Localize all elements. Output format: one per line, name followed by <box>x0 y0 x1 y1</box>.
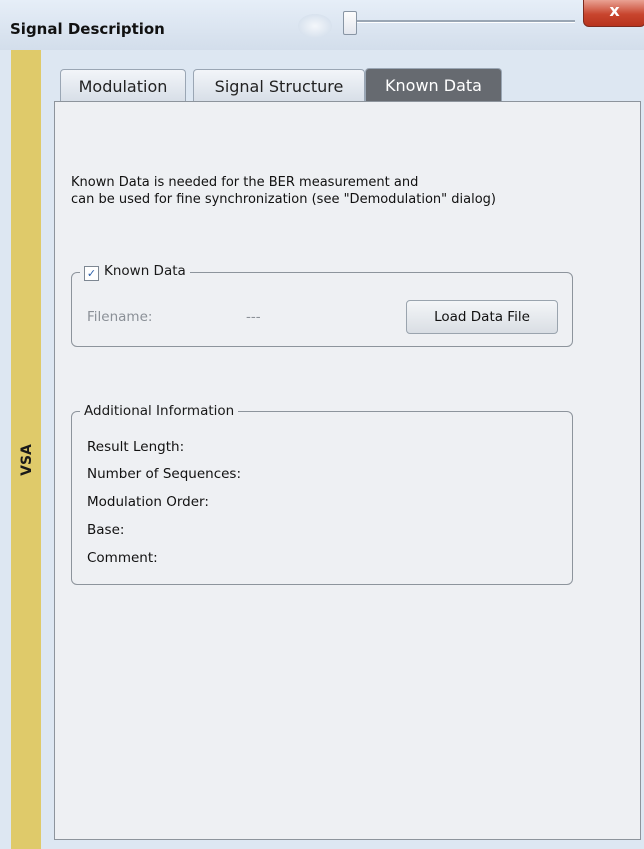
transparency-slider-thumb[interactable] <box>343 11 357 35</box>
close-button[interactable]: x <box>583 0 644 27</box>
base-label: Base: <box>87 522 125 538</box>
known-data-checkbox-label: Known Data <box>104 263 186 279</box>
transparency-slider-track[interactable] <box>350 20 575 23</box>
known-data-checkbox[interactable]: ✓ <box>84 266 99 281</box>
close-icon: x <box>609 1 620 20</box>
number-of-sequences-label: Number of Sequences: <box>87 466 241 482</box>
tab-label: Signal Structure <box>214 77 344 96</box>
vsa-label: VSA <box>12 440 42 480</box>
dialog-title: Signal Description <box>10 20 165 38</box>
decorative-glow <box>298 14 332 38</box>
tab-label: Known Data <box>385 76 482 95</box>
description-line-2: can be used for fine synchronization (se… <box>71 192 496 207</box>
tab-signal-structure[interactable]: Signal Structure <box>193 69 365 102</box>
tab-modulation[interactable]: Modulation <box>60 69 186 102</box>
result-length-label: Result Length: <box>87 439 185 455</box>
checkmark-icon: ✓ <box>86 267 97 280</box>
tab-known-data[interactable]: Known Data <box>365 68 502 102</box>
tab-label: Modulation <box>78 77 168 96</box>
description-line-1: Known Data is needed for the BER measure… <box>71 175 419 190</box>
title-bar: Signal Description x <box>0 0 644 50</box>
filename-label: Filename: <box>87 309 153 325</box>
filename-value: --- <box>246 309 261 325</box>
vsa-label-text: VSA <box>19 444 36 476</box>
known-data-legend[interactable]: ✓ Known Data <box>80 263 190 281</box>
additional-information-title: Additional Information <box>80 403 239 419</box>
comment-label: Comment: <box>87 550 158 566</box>
known-data-description: Known Data is needed for the BER measure… <box>71 174 496 208</box>
modulation-order-label: Modulation Order: <box>87 494 209 510</box>
load-data-file-button[interactable]: Load Data File <box>406 300 558 334</box>
